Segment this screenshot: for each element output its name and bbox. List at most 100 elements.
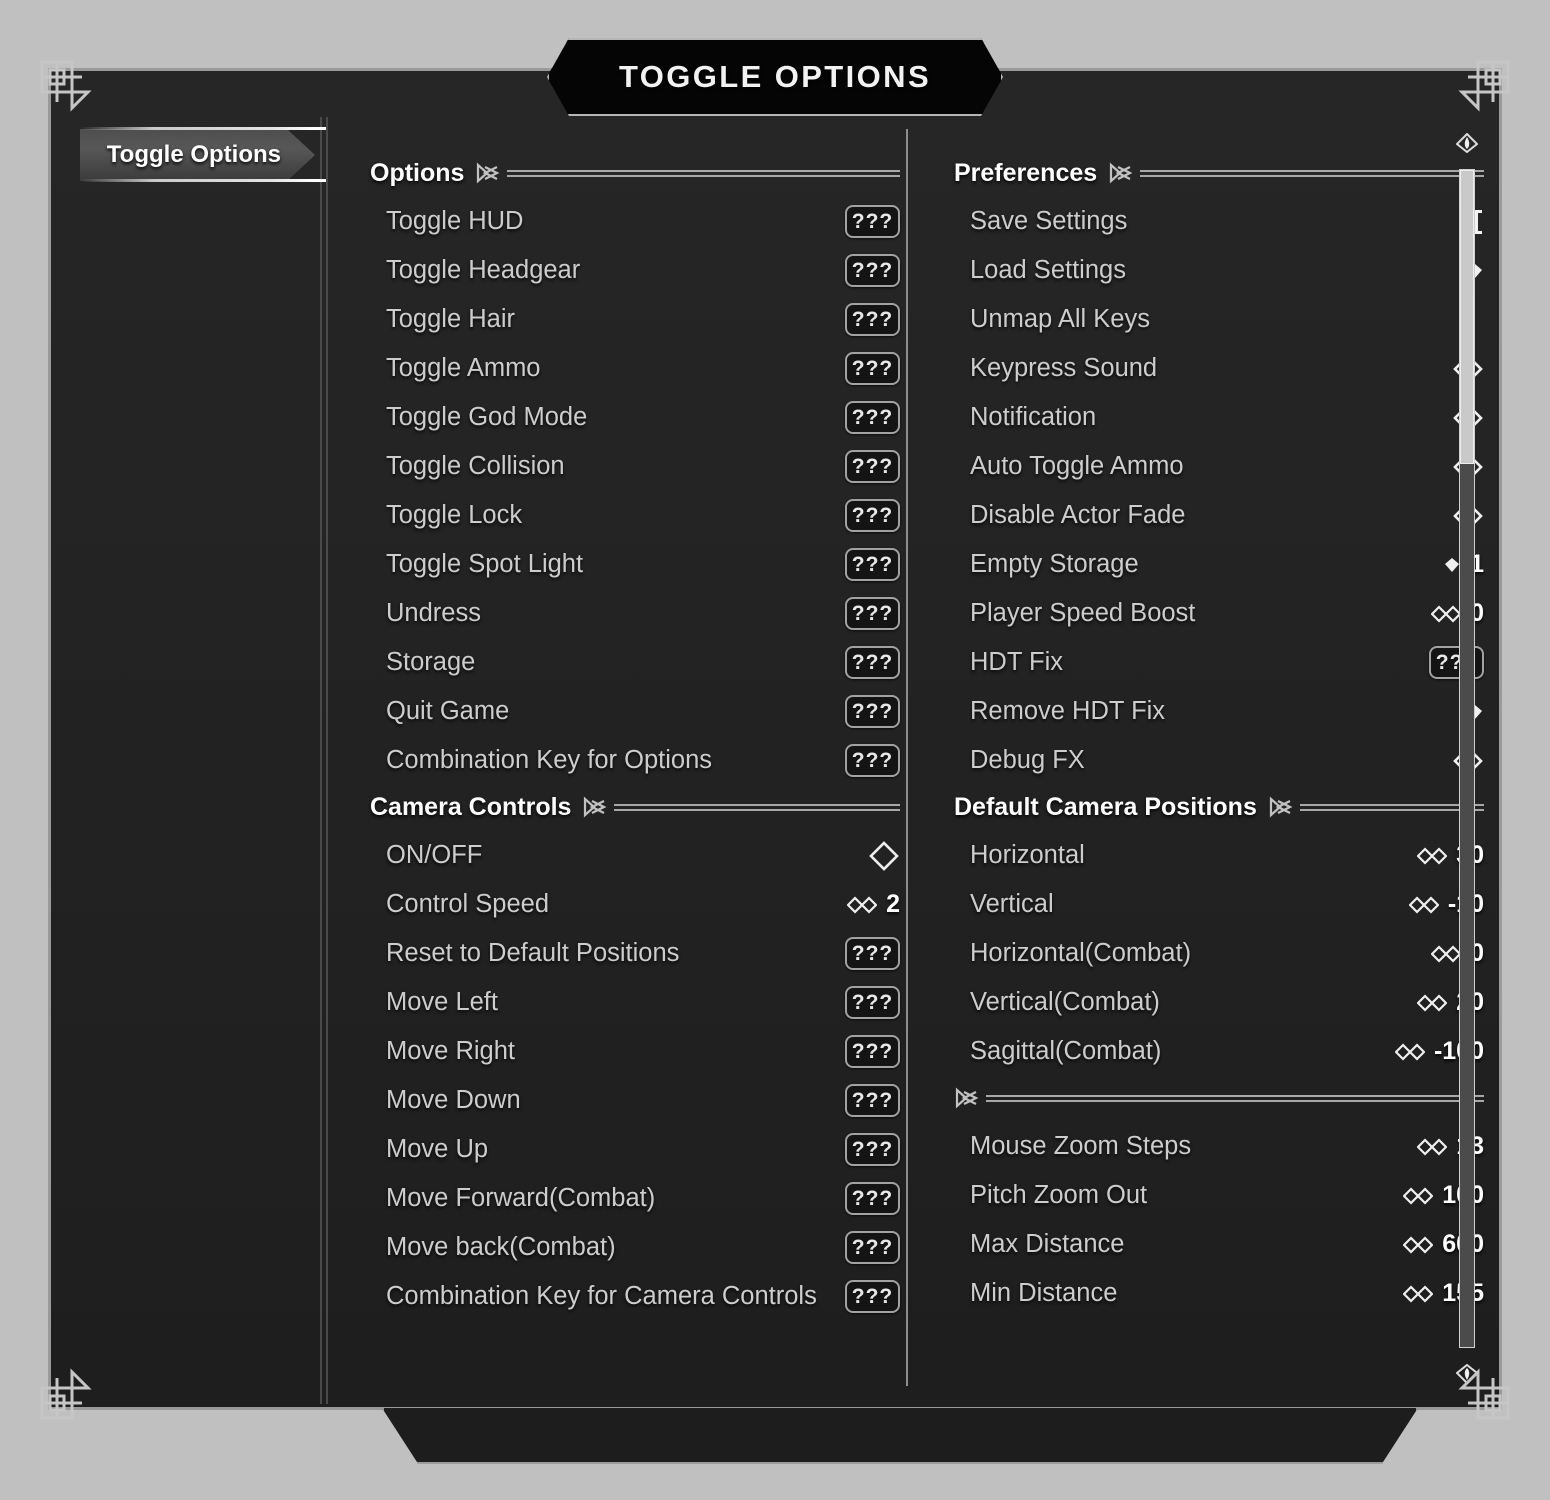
option-value[interactable]: ??? bbox=[845, 352, 900, 385]
option-row[interactable]: Min Distance155 bbox=[954, 1269, 1484, 1318]
option-value[interactable] bbox=[846, 840, 900, 872]
option-value[interactable]: ??? bbox=[845, 499, 900, 532]
section-rule bbox=[986, 1095, 1484, 1102]
keybind-button[interactable]: ??? bbox=[845, 450, 900, 483]
option-row[interactable]: Debug FX bbox=[954, 736, 1484, 785]
keybind-button[interactable]: ??? bbox=[845, 695, 900, 728]
option-row[interactable]: Auto Toggle Ammo bbox=[954, 442, 1484, 491]
section-header: Options bbox=[370, 155, 900, 191]
option-value[interactable]: ??? bbox=[845, 597, 900, 630]
option-row[interactable]: Undress??? bbox=[370, 589, 900, 638]
option-row[interactable]: ON/OFF bbox=[370, 831, 900, 880]
keybind-button[interactable]: ??? bbox=[845, 937, 900, 970]
frame-corner-ornament-bottom-left bbox=[38, 1364, 96, 1422]
option-value[interactable]: ??? bbox=[845, 744, 900, 777]
option-row[interactable]: Player Speed Boost 0 bbox=[954, 589, 1484, 638]
option-value[interactable]: 2 bbox=[846, 890, 900, 919]
keybind-button[interactable]: ??? bbox=[845, 1182, 900, 1215]
option-row[interactable]: Toggle Hair??? bbox=[370, 295, 900, 344]
keybind-button[interactable]: ??? bbox=[845, 499, 900, 532]
scrollbar[interactable] bbox=[1454, 133, 1480, 1384]
option-value[interactable]: ??? bbox=[845, 646, 900, 679]
option-value[interactable]: ??? bbox=[845, 1182, 900, 1215]
option-row[interactable]: Save Settings bbox=[954, 197, 1484, 246]
option-row[interactable]: Move Right??? bbox=[370, 1027, 900, 1076]
option-row[interactable]: Pitch Zoom Out100 bbox=[954, 1171, 1484, 1220]
scroll-up-arrow-icon[interactable] bbox=[1456, 133, 1478, 153]
option-value[interactable]: ??? bbox=[845, 1280, 900, 1313]
option-row[interactable]: Move Left??? bbox=[370, 978, 900, 1027]
option-row[interactable]: Notification bbox=[954, 393, 1484, 442]
option-value[interactable]: ??? bbox=[845, 1231, 900, 1264]
option-value[interactable]: ??? bbox=[845, 695, 900, 728]
option-value[interactable]: ??? bbox=[845, 254, 900, 287]
option-row[interactable]: Toggle God Mode??? bbox=[370, 393, 900, 442]
option-row[interactable]: Toggle Spot Light??? bbox=[370, 540, 900, 589]
keybind-button[interactable]: ??? bbox=[845, 1035, 900, 1068]
option-row[interactable]: Vertical-10 bbox=[954, 880, 1484, 929]
keybind-button[interactable]: ??? bbox=[845, 1231, 900, 1264]
option-label: Undress bbox=[386, 599, 481, 627]
option-row[interactable]: Control Speed 2 bbox=[370, 880, 900, 929]
option-row[interactable]: Disable Actor Fade bbox=[954, 491, 1484, 540]
keybind-button[interactable]: ??? bbox=[845, 205, 900, 238]
option-label: Toggle Headgear bbox=[386, 256, 581, 284]
option-row[interactable]: Unmap All Keys bbox=[954, 295, 1484, 344]
option-row[interactable]: Load Settings bbox=[954, 246, 1484, 295]
option-row[interactable]: Vertical(Combat)20 bbox=[954, 978, 1484, 1027]
option-row[interactable]: Sagittal(Combat)-100 bbox=[954, 1027, 1484, 1076]
option-row[interactable]: Combination Key for Camera Controls??? bbox=[370, 1272, 900, 1321]
option-row[interactable]: Toggle Collision??? bbox=[370, 442, 900, 491]
option-row[interactable]: HDT Fix??? bbox=[954, 638, 1484, 687]
option-row[interactable]: Keypress Sound bbox=[954, 344, 1484, 393]
option-value[interactable]: ??? bbox=[845, 205, 900, 238]
scrollbar-track[interactable] bbox=[1459, 169, 1475, 1348]
option-row[interactable]: Mouse Zoom Steps13 bbox=[954, 1122, 1484, 1171]
option-value[interactable]: ??? bbox=[845, 548, 900, 581]
option-row[interactable]: Toggle HUD??? bbox=[370, 197, 900, 246]
option-label: Keypress Sound bbox=[970, 354, 1158, 382]
option-value[interactable]: ??? bbox=[845, 937, 900, 970]
keybind-button[interactable]: ??? bbox=[845, 254, 900, 287]
keybind-button[interactable]: ??? bbox=[845, 744, 900, 777]
option-value[interactable]: ??? bbox=[845, 1084, 900, 1117]
keybind-button[interactable]: ??? bbox=[845, 597, 900, 630]
keybind-button[interactable]: ??? bbox=[845, 548, 900, 581]
option-value[interactable]: ??? bbox=[845, 450, 900, 483]
option-row[interactable]: Empty Storage 1 bbox=[954, 540, 1484, 589]
keybind-button[interactable]: ??? bbox=[845, 1084, 900, 1117]
option-value[interactable]: ??? bbox=[845, 986, 900, 1019]
keybind-button[interactable]: ??? bbox=[845, 986, 900, 1019]
option-row[interactable]: Move Up??? bbox=[370, 1125, 900, 1174]
keybind-button[interactable]: ??? bbox=[845, 352, 900, 385]
sidebar-item-toggle-options[interactable]: Toggle Options bbox=[80, 129, 315, 181]
option-value[interactable]: ??? bbox=[845, 303, 900, 336]
option-label: HDT Fix bbox=[970, 648, 1064, 676]
section-title: Default Camera Positions bbox=[954, 792, 1257, 821]
option-row[interactable]: Move Forward(Combat)??? bbox=[370, 1174, 900, 1223]
column-divider bbox=[906, 129, 908, 1386]
option-row[interactable]: Remove HDT Fix bbox=[954, 687, 1484, 736]
option-row[interactable]: Move Down??? bbox=[370, 1076, 900, 1125]
option-value[interactable]: ??? bbox=[845, 1035, 900, 1068]
option-row[interactable]: Combination Key for Options??? bbox=[370, 736, 900, 785]
option-value[interactable]: ??? bbox=[845, 1133, 900, 1166]
keybind-button[interactable]: ??? bbox=[845, 646, 900, 679]
option-row[interactable]: Horizontal(Combat) 0 bbox=[954, 929, 1484, 978]
keybind-button[interactable]: ??? bbox=[845, 1133, 900, 1166]
option-row[interactable]: Toggle Headgear??? bbox=[370, 246, 900, 295]
options-content: Options Toggle HUD??? Toggle Headgear??? To… bbox=[322, 117, 1530, 1404]
option-row[interactable]: Storage??? bbox=[370, 638, 900, 687]
option-value[interactable]: ??? bbox=[845, 401, 900, 434]
option-row[interactable]: Toggle Ammo??? bbox=[370, 344, 900, 393]
option-row[interactable]: Horizontal30 bbox=[954, 831, 1484, 880]
option-row[interactable]: Max Distance600 bbox=[954, 1220, 1484, 1269]
keybind-button[interactable]: ??? bbox=[845, 401, 900, 434]
option-row[interactable]: Quit Game??? bbox=[370, 687, 900, 736]
option-row[interactable]: Reset to Default Positions??? bbox=[370, 929, 900, 978]
keybind-button[interactable]: ??? bbox=[845, 1280, 900, 1313]
scrollbar-thumb[interactable] bbox=[1460, 170, 1474, 465]
option-row[interactable]: Toggle Lock??? bbox=[370, 491, 900, 540]
keybind-button[interactable]: ??? bbox=[845, 303, 900, 336]
option-row[interactable]: Move back(Combat)??? bbox=[370, 1223, 900, 1272]
